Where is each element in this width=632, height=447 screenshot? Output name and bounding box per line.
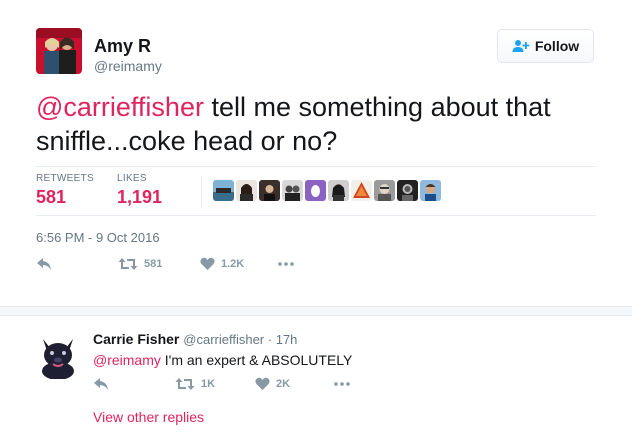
liker-avatars xyxy=(213,180,441,201)
follow-person-plus-icon xyxy=(512,40,530,52)
reply-header: Carrie Fisher @carrieffisher · 17h xyxy=(93,331,297,347)
retweet-icon xyxy=(175,378,195,390)
liker-avatar[interactable] xyxy=(351,180,372,201)
reply-arrow-icon xyxy=(37,258,51,270)
reply-body: I'm an expert & ABSOLUTELY xyxy=(160,352,353,368)
liker-avatar[interactable] xyxy=(420,180,441,201)
likes-stat[interactable]: LIKES 1,191 xyxy=(117,173,162,208)
like-button[interactable]: 1.2K xyxy=(200,257,244,271)
reply-arrow-icon xyxy=(94,378,108,390)
view-other-replies-link[interactable]: View other replies xyxy=(93,409,204,425)
main-tweet: Amy R @reimamy Follow @carrieffisher tel… xyxy=(0,0,632,306)
follow-button[interactable]: Follow xyxy=(497,29,594,63)
likes-value: 1,191 xyxy=(117,187,163,207)
tweet-timestamp[interactable]: 6:56 PM - 9 Oct 2016 xyxy=(36,230,160,245)
reply-author-meta[interactable]: @carrieffisher · 17h xyxy=(183,332,297,347)
author-name[interactable]: Amy R xyxy=(94,36,151,57)
stats-separator xyxy=(201,176,202,208)
liker-avatar[interactable] xyxy=(397,180,418,201)
retweets-value: 581 xyxy=(36,187,67,207)
reply-text: @reimamy I'm an expert & ABSOLUTELY xyxy=(93,352,352,368)
likes-label: LIKES xyxy=(117,173,147,184)
retweets-label: RETWEETS xyxy=(36,173,94,184)
tweet-text: @carrieffisher tell me something about t… xyxy=(36,90,596,158)
liker-avatar[interactable] xyxy=(374,180,395,201)
liker-avatar[interactable] xyxy=(282,180,303,201)
conversation-separator xyxy=(0,306,632,316)
more-button[interactable] xyxy=(277,257,295,271)
liker-avatar[interactable] xyxy=(236,180,257,201)
retweet-count: 581 xyxy=(144,258,163,270)
reply-mention[interactable]: @reimamy xyxy=(93,352,161,368)
author-avatar[interactable] xyxy=(36,28,82,74)
retweet-icon xyxy=(118,258,138,270)
reply-more-button[interactable] xyxy=(333,377,351,391)
retweet-button[interactable]: 581 xyxy=(118,257,162,271)
liker-avatar[interactable] xyxy=(305,180,326,201)
divider xyxy=(36,215,596,216)
like-count: 1.2K xyxy=(221,258,245,270)
reply-reply-button[interactable] xyxy=(93,377,110,391)
liker-avatar[interactable] xyxy=(213,180,234,201)
reply-like-button[interactable]: 2K xyxy=(255,377,290,391)
reply-retweet-button[interactable]: 1K xyxy=(175,377,215,391)
liker-avatar[interactable] xyxy=(259,180,280,201)
heart-icon xyxy=(200,257,215,270)
reply-avatar[interactable] xyxy=(35,333,81,379)
tweet-mention[interactable]: @carrieffisher xyxy=(36,92,204,122)
reply-like-count: 2K xyxy=(276,378,291,390)
more-dots-icon xyxy=(278,262,294,266)
follow-label: Follow xyxy=(534,38,580,54)
reply-button[interactable] xyxy=(36,257,53,271)
more-dots-icon xyxy=(334,382,350,386)
reply-author-name[interactable]: Carrie Fisher xyxy=(93,331,179,347)
heart-icon xyxy=(255,377,270,390)
reply-retweet-count: 1K xyxy=(201,378,216,390)
author-handle[interactable]: @reimamy xyxy=(94,58,162,74)
reply-tweet[interactable]: Carrie Fisher @carrieffisher · 17h @reim… xyxy=(0,316,632,447)
retweets-stat[interactable]: RETWEETS 581 xyxy=(36,173,94,208)
divider xyxy=(36,166,596,167)
liker-avatar[interactable] xyxy=(328,180,349,201)
